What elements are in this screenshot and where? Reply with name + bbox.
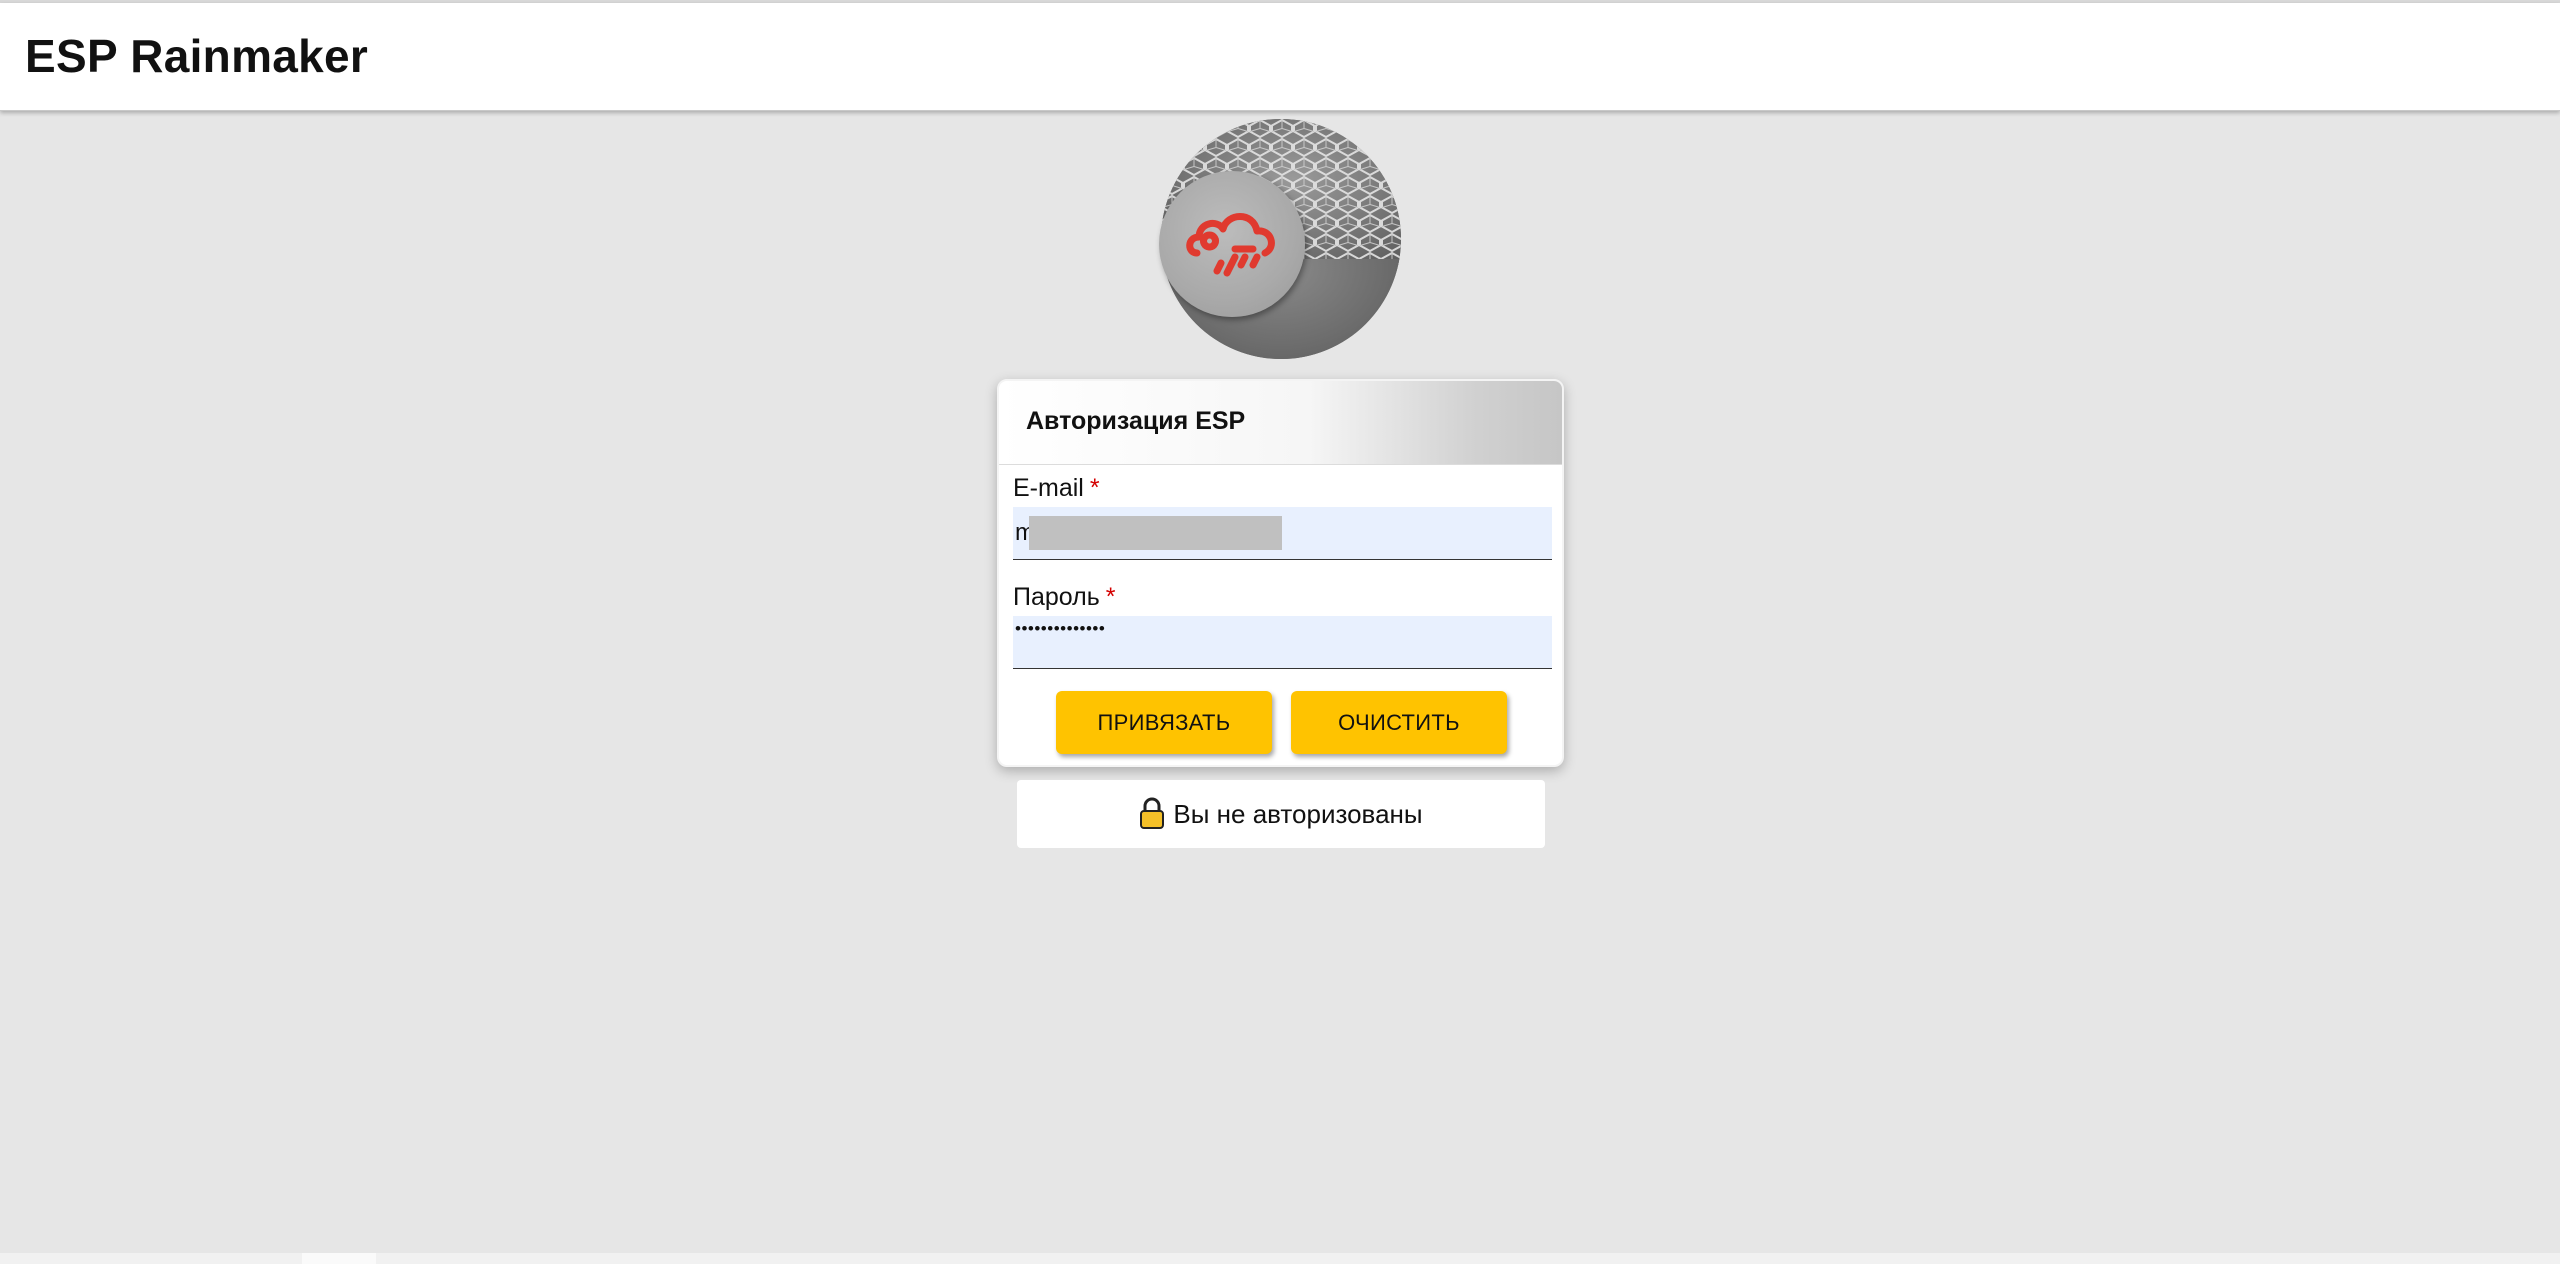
status-text: Вы не авторизованы [1173,798,1423,829]
scrollbar-thumb[interactable] [302,1253,376,1264]
login-card: Авторизация ESP E-mail * m Пароль * ••••••… [997,379,1564,767]
required-mark: * [1105,583,1116,611]
card-header: Авторизация ESP [999,381,1562,465]
rainmaker-cloud-icon [1186,213,1275,277]
card-title: Авторизация ESP [1026,407,1246,435]
app-logo [1155,117,1405,362]
email-label: E-mail * [1013,474,1100,503]
password-label: Пароль * [1013,583,1115,612]
password-label-text: Пароль [1013,583,1100,611]
horizontal-scrollbar[interactable] [0,1253,2560,1264]
lock-icon [1140,797,1165,829]
required-mark: * [1089,474,1100,502]
email-label-text: E-mail [1013,474,1084,502]
logo-disc [1159,171,1305,317]
app-title: ESP Rainmaker [25,30,369,82]
password-value: •••••••••••••• [1015,619,1106,638]
clear-button[interactable]: ОЧИСТИТЬ [1291,691,1507,754]
email-redaction [1029,516,1282,550]
app-header: ESP Rainmaker [0,3,2560,111]
auth-status: Вы не авторизованы [1017,780,1545,848]
bind-button[interactable]: ПРИВЯЗАТЬ [1056,691,1272,754]
